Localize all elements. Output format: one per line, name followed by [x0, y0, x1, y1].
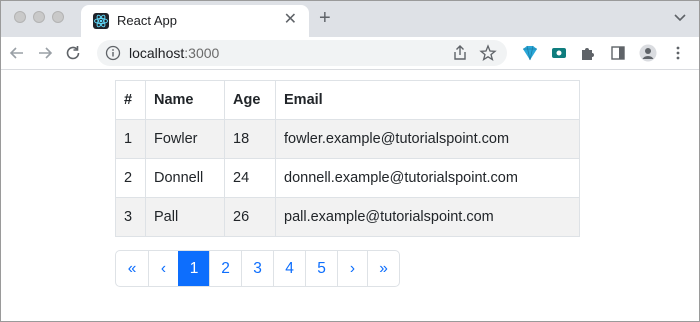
tab-react-app[interactable]: React App ✕ [81, 5, 309, 37]
table-cell: Fowler [145, 119, 225, 159]
table-row: 1 Fowler 18 fowler.example@tutorialspoin… [115, 119, 580, 159]
page-button-2[interactable]: 2 [209, 251, 241, 286]
table-row: 2 Donnell 24 donnell.example@tutorialspo… [115, 158, 580, 198]
react-logo-icon [93, 13, 109, 29]
last-page-button[interactable]: » [367, 251, 399, 286]
extension-gem-icon[interactable] [521, 44, 539, 62]
page-content: # Name Age Email 1 Fowler 18 fowler.exam… [1, 70, 699, 321]
column-header: Name [145, 80, 225, 120]
table-cell: 3 [115, 197, 146, 237]
page-button-4[interactable]: 4 [273, 251, 305, 286]
table-cell: fowler.example@tutorialspoint.com [275, 119, 580, 159]
page-button-5[interactable]: 5 [305, 251, 337, 286]
page-button-3[interactable]: 3 [241, 251, 273, 286]
table-row: 3 Pall 26 pall.example@tutorialspoint.co… [115, 197, 580, 237]
table-header-row: # Name Age Email [115, 80, 580, 120]
new-tab-button[interactable]: + [319, 7, 331, 29]
forward-arrow-icon[interactable] [35, 43, 55, 63]
next-page-button[interactable]: › [337, 251, 367, 286]
url-host: localhost [129, 45, 185, 61]
browser-toolbar: localhost:3000 [1, 37, 699, 70]
close-tab-button[interactable]: ✕ [284, 10, 297, 30]
pagination: « ‹ 1 2 3 4 5 › » [115, 250, 400, 287]
table-cell: 1 [115, 119, 146, 159]
column-header: Email [275, 80, 580, 120]
table-cell: pall.example@tutorialspoint.com [275, 197, 580, 237]
column-header: Age [224, 80, 276, 120]
first-page-button[interactable]: « [116, 251, 148, 286]
share-icon[interactable] [451, 44, 469, 62]
extension-video-icon[interactable] [550, 44, 568, 62]
sidebar-icon[interactable] [609, 44, 627, 62]
star-icon[interactable] [479, 44, 497, 62]
browser-window: React App ✕ + localhost:3000 # Name Age … [0, 0, 700, 322]
address-bar[interactable]: localhost:3000 [97, 40, 507, 66]
maximize-window-button[interactable] [52, 11, 64, 23]
minimize-window-button[interactable] [33, 11, 45, 23]
table-cell: 26 [224, 197, 276, 237]
table-cell: donnell.example@tutorialspoint.com [275, 158, 580, 198]
menu-kebab-icon[interactable] [669, 44, 687, 62]
chevron-down-icon[interactable] [673, 11, 687, 25]
url-text: localhost:3000 [129, 45, 219, 61]
back-arrow-icon[interactable] [7, 43, 27, 63]
url-port: :3000 [184, 45, 220, 61]
table-cell: 2 [115, 158, 146, 198]
table-cell: 18 [224, 119, 276, 159]
column-header: # [115, 80, 146, 120]
info-icon[interactable] [105, 45, 121, 61]
tab-title: React App [117, 13, 177, 28]
close-window-button[interactable] [14, 11, 26, 23]
profile-icon[interactable] [639, 44, 657, 62]
puzzle-icon[interactable] [579, 44, 597, 62]
previous-page-button[interactable]: ‹ [148, 251, 178, 286]
page-button-1[interactable]: 1 [178, 251, 209, 286]
reload-icon[interactable] [63, 43, 83, 63]
users-table: # Name Age Email 1 Fowler 18 fowler.exam… [115, 80, 580, 237]
table-cell: 24 [224, 158, 276, 198]
tab-strip: React App ✕ + [1, 1, 699, 37]
table-cell: Donnell [145, 158, 225, 198]
table-cell: Pall [145, 197, 225, 237]
